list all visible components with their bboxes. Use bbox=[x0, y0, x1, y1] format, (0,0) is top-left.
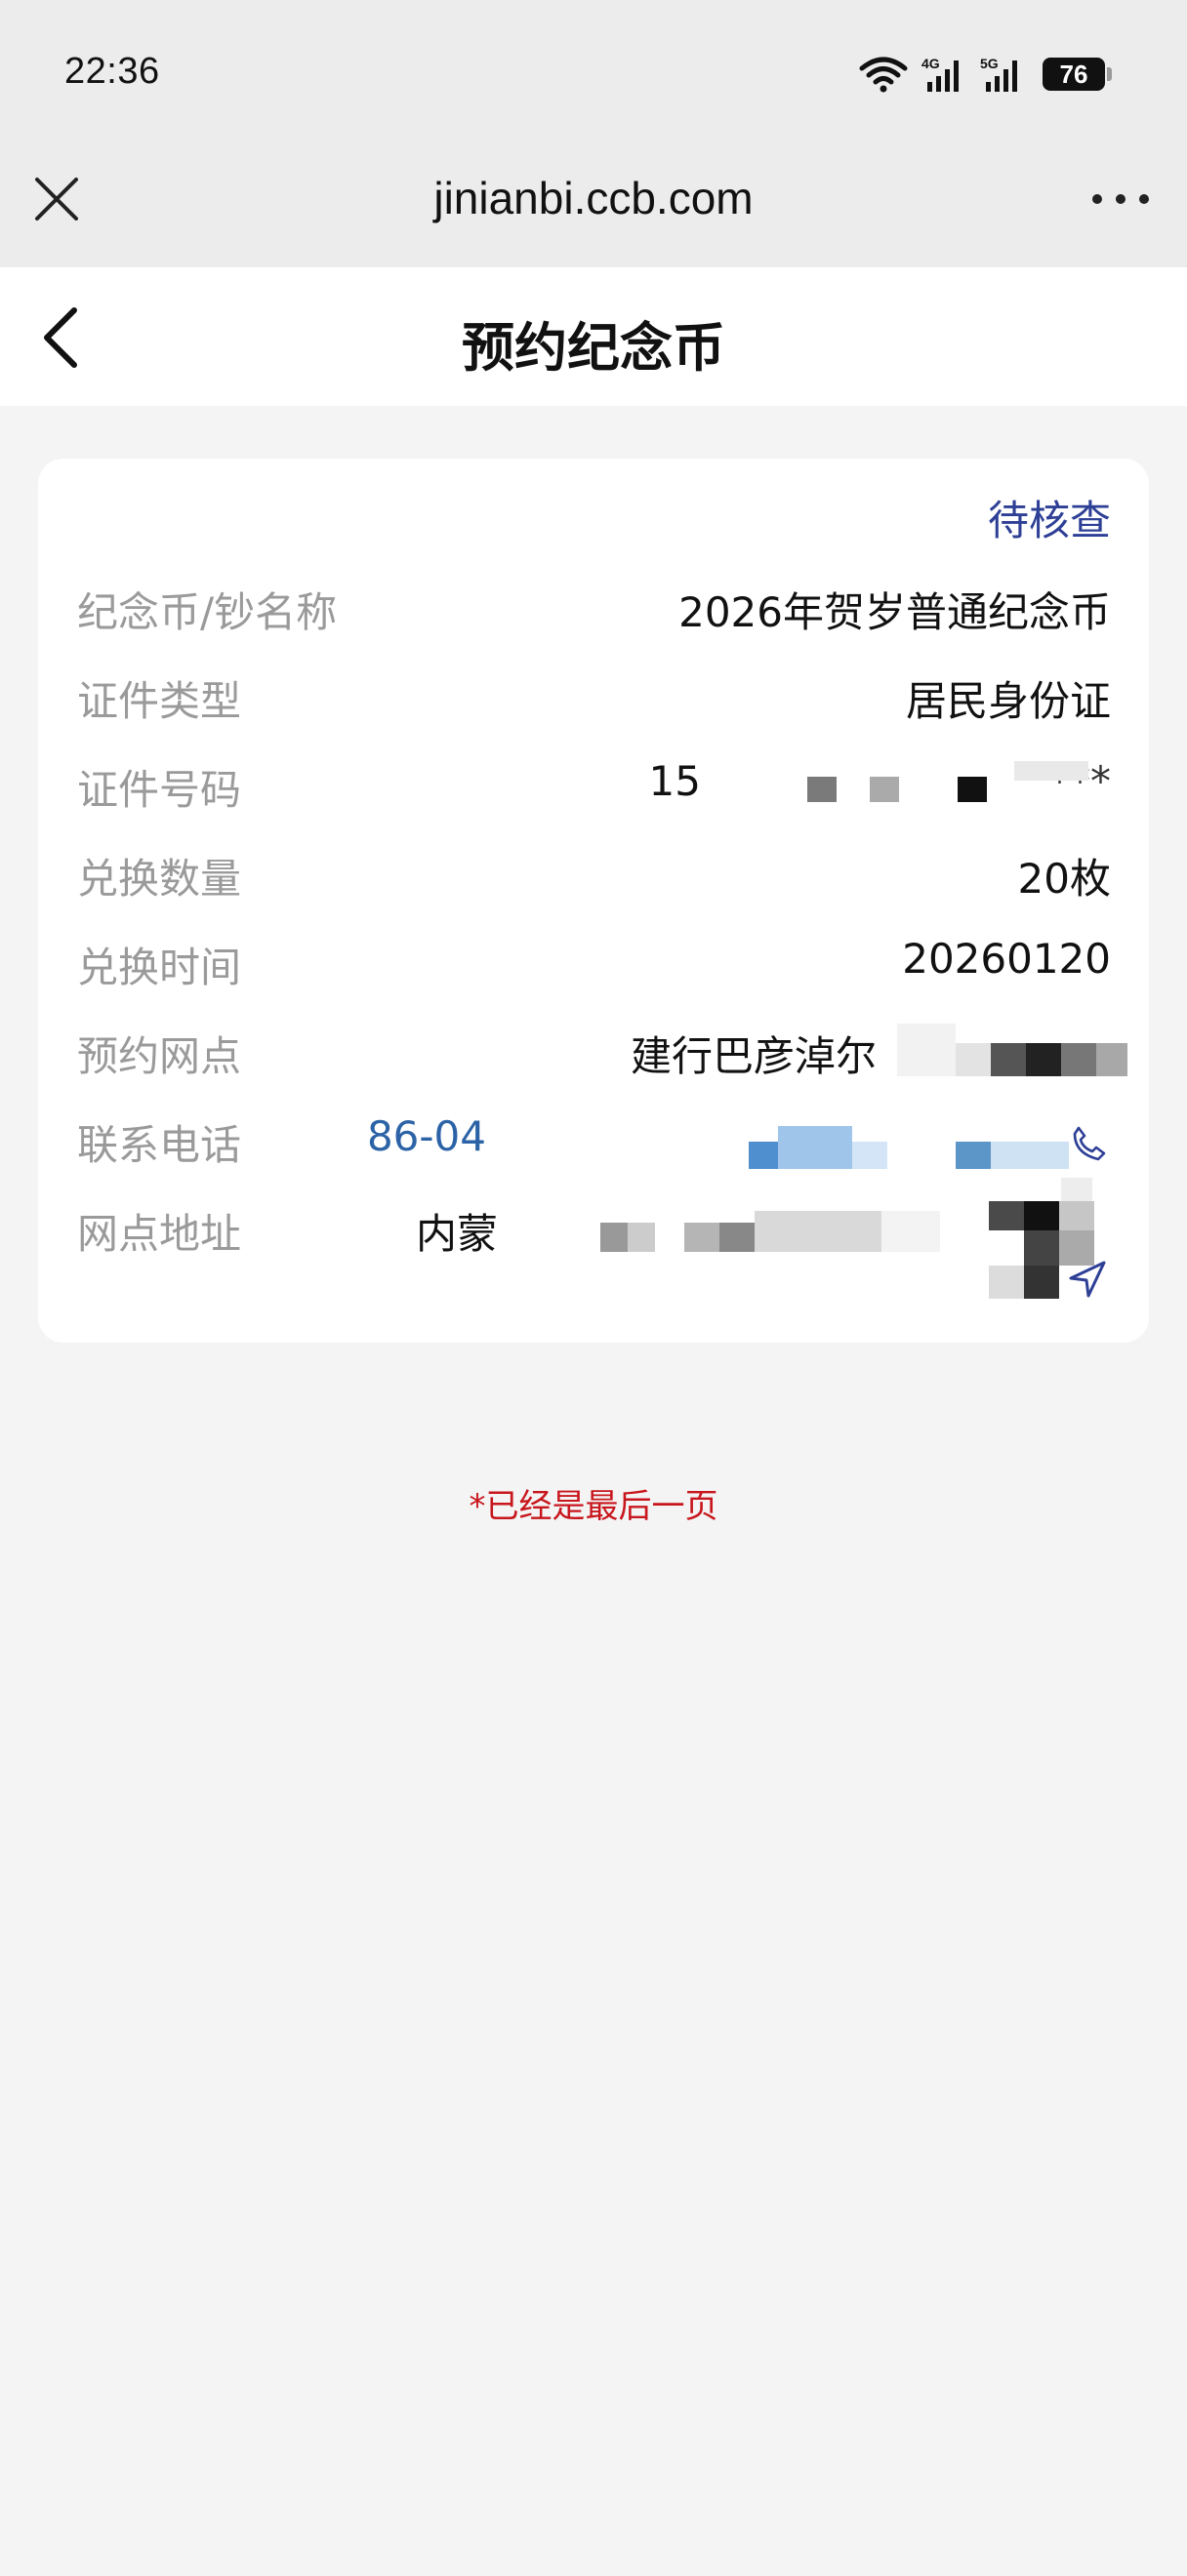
row-address: 网点地址 内蒙 bbox=[77, 1178, 1111, 1299]
page-title: 预约纪念币 bbox=[462, 317, 725, 379]
mosaic-block bbox=[989, 1201, 1024, 1230]
mosaic-block bbox=[1059, 1201, 1094, 1230]
mosaic-block bbox=[852, 1142, 887, 1169]
signal-5g-label: 5G bbox=[980, 56, 999, 71]
row-label: 兑换数量 bbox=[77, 855, 242, 903]
mosaic-block bbox=[991, 1142, 1069, 1169]
row-quantity: 兑换数量 20枚 bbox=[77, 846, 1111, 905]
row-label: 联系电话 bbox=[77, 1121, 242, 1169]
reservation-card: 待核查 纪念币/钞名称 2026年贺岁普通纪念币 证件类型 居民身份证 证件号码… bbox=[38, 459, 1149, 1343]
mosaic-block bbox=[958, 777, 987, 802]
mosaic-block bbox=[1014, 761, 1088, 781]
mosaic-block bbox=[991, 1043, 1026, 1076]
row-coin-name: 纪念币/钞名称 2026年贺岁普通纪念币 bbox=[77, 580, 1111, 638]
battery-icon: 76 bbox=[1043, 58, 1112, 91]
mosaic-block bbox=[956, 1043, 991, 1076]
row-value: 15 bbox=[648, 757, 701, 805]
row-label: 兑换时间 bbox=[77, 944, 242, 991]
row-label: 网点地址 bbox=[77, 1210, 242, 1258]
mosaic-block bbox=[1024, 1230, 1059, 1266]
wifi-icon bbox=[859, 57, 908, 93]
mosaic-block bbox=[749, 1142, 778, 1169]
row-label: 纪念币/钞名称 bbox=[77, 588, 338, 636]
mosaic-block bbox=[1096, 1043, 1127, 1076]
browser-bar: jinianbi.ccb.com bbox=[0, 146, 1187, 267]
row-label: 预约网点 bbox=[77, 1032, 242, 1080]
row-value: 2026年贺岁普通纪念币 bbox=[678, 588, 1111, 636]
mosaic-block bbox=[778, 1126, 852, 1169]
row-value: 内蒙 bbox=[415, 1210, 498, 1258]
browser-url[interactable]: jinianbi.ccb.com bbox=[0, 172, 1187, 224]
mosaic-block bbox=[719, 1223, 755, 1252]
mosaic-block bbox=[1061, 1043, 1096, 1076]
row-label: 证件号码 bbox=[77, 766, 242, 814]
row-value: 20260120 bbox=[902, 935, 1111, 983]
mosaic-block bbox=[755, 1211, 881, 1252]
mosaic-block bbox=[989, 1266, 1024, 1299]
mosaic-block bbox=[870, 777, 899, 802]
mosaic-block bbox=[807, 777, 837, 802]
mosaic-block bbox=[1024, 1266, 1059, 1299]
end-of-list-text: *已经是最后一页 bbox=[469, 1487, 718, 1526]
row-id-type: 证件类型 居民身份证 bbox=[77, 668, 1111, 727]
status-icons: 4G 5G 76 bbox=[845, 55, 1112, 94]
row-label: 证件类型 bbox=[77, 677, 242, 725]
row-value: 建行巴彦淖尔 bbox=[630, 1032, 877, 1080]
status-bar: 22:36 4G 5G 76 bbox=[0, 0, 1187, 146]
more-dots-icon[interactable] bbox=[1082, 176, 1160, 222]
navigate-arrow-icon[interactable] bbox=[1065, 1257, 1110, 1302]
mosaic-block bbox=[628, 1223, 655, 1252]
mosaic-block bbox=[1024, 1201, 1059, 1230]
phone-value[interactable]: 86-04 bbox=[367, 1112, 486, 1160]
row-branch: 预约网点 建行巴彦淖尔 bbox=[77, 1024, 1127, 1082]
mosaic-block bbox=[1026, 1043, 1061, 1076]
mosaic-block bbox=[897, 1024, 956, 1076]
mosaic-block bbox=[684, 1223, 719, 1252]
status-badge: 待核查 bbox=[987, 497, 1111, 544]
page-header: 预约纪念币 bbox=[0, 267, 1187, 406]
signal-4g-icon: 4G bbox=[921, 56, 959, 92]
row-id-number: 证件号码 15 *** bbox=[77, 757, 1111, 816]
mosaic-block bbox=[956, 1142, 991, 1169]
row-value: 20枚 bbox=[1017, 855, 1111, 903]
row-phone[interactable]: 联系电话 86-04 bbox=[77, 1112, 1111, 1171]
phone-icon[interactable] bbox=[1069, 1124, 1110, 1165]
row-exchange-time: 兑换时间 20260120 bbox=[77, 935, 1111, 993]
signal-5g-icon: 5G bbox=[980, 56, 1017, 92]
signal-4g-label: 4G bbox=[921, 56, 940, 71]
row-value: 居民身份证 bbox=[905, 677, 1111, 725]
mosaic-block bbox=[881, 1211, 940, 1252]
mosaic-block bbox=[600, 1223, 628, 1252]
mosaic-block bbox=[1061, 1178, 1092, 1201]
status-time: 22:36 bbox=[64, 51, 160, 92]
